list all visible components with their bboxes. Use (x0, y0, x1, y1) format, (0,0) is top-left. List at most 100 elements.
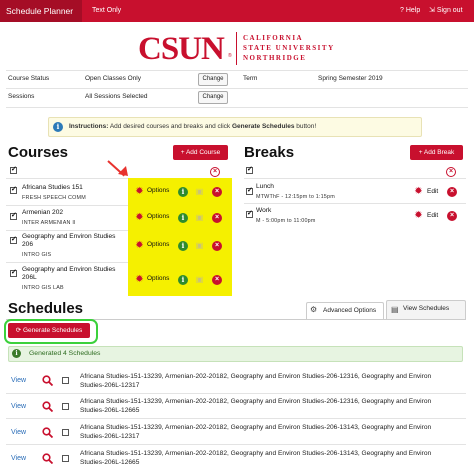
divider (6, 393, 466, 394)
break-title: Work (256, 207, 272, 214)
sign-out-link[interactable]: ⇲ Sign out (429, 0, 463, 22)
course-checkbox[interactable] (10, 211, 17, 220)
break-checkbox[interactable] (246, 209, 253, 218)
divider (6, 230, 128, 231)
zoom-icon[interactable] (42, 401, 53, 412)
zoom-icon[interactable] (42, 453, 53, 464)
divider (6, 444, 466, 445)
course-status-value: Open Classes Only (85, 75, 141, 82)
divider (6, 262, 128, 263)
gear-icon[interactable]: ✹ (135, 187, 144, 197)
course-title: Armenian 202 (22, 209, 64, 216)
info-icon: i (12, 349, 21, 358)
course-status-label: Course Status (8, 75, 50, 82)
remove-course-icon[interactable]: × (212, 213, 222, 223)
sign-out-icon: ⇲ (429, 7, 435, 14)
csun-logo-wordmark: CSUN (138, 31, 225, 67)
zoom-icon[interactable] (42, 427, 53, 438)
breaks-heading: Breaks (244, 144, 295, 161)
lock-icon[interactable]: ▣ (195, 213, 204, 223)
lock-icon[interactable]: ▣ (195, 241, 204, 251)
generate-schedules-button[interactable]: ⟳ Generate Schedules (8, 323, 90, 338)
divider (6, 70, 468, 71)
help-icon: ? (400, 7, 404, 14)
course-options-button[interactable]: Options (147, 275, 169, 282)
remove-all-courses-icon[interactable]: × (210, 167, 220, 177)
schedule-row-text: Africana Studies-151-13239, Armenian-202… (80, 398, 432, 414)
divider (6, 418, 466, 419)
course-subtitle: INTRO GIS (22, 252, 52, 258)
remove-all-breaks-icon[interactable]: × (446, 167, 456, 177)
course-title: Geography and Environ Studies (22, 233, 116, 240)
remove-break-icon[interactable]: × (447, 211, 457, 221)
annotation-arrowhead (118, 166, 128, 176)
sessions-value: All Sessions Selected (85, 93, 148, 100)
tab-advanced-options[interactable]: Advanced Options (306, 302, 384, 319)
edit-break-button[interactable]: Edit (427, 188, 438, 195)
schedule-checkbox[interactable] (62, 429, 69, 436)
info-icon: i (53, 122, 63, 132)
break-time: M - 5:00pm to 11:00pm (256, 218, 316, 224)
course-title: Geography and Environ Studies (22, 266, 116, 273)
course-subtitle: INTRO GIS LAB (22, 285, 64, 291)
logo-university-name: CALIFORNIA STATE UNIVERSITY NORTHRIDGE (243, 34, 335, 62)
view-schedule-link[interactable]: View (11, 455, 26, 462)
gear-icon[interactable]: ✹ (135, 275, 144, 285)
schedule-checkbox[interactable] (62, 377, 69, 384)
schedule-row-text: Africana Studies-151-13239, Armenian-202… (80, 450, 432, 466)
select-all-breaks-checkbox[interactable] (246, 165, 253, 174)
gear-icon[interactable]: ✹ (414, 187, 423, 197)
gear-icon[interactable]: ✹ (135, 241, 144, 251)
course-title: Africana Studies 151 (22, 184, 83, 191)
refresh-icon: ⟳ (15, 327, 22, 334)
gears-icon: ⚙ (310, 305, 318, 314)
remove-course-icon[interactable]: × (212, 275, 222, 285)
course-checkbox[interactable] (10, 268, 17, 277)
document-icon: ▤ (391, 305, 399, 314)
lock-icon[interactable]: ▣ (195, 187, 204, 197)
divider (6, 88, 468, 89)
zoom-icon[interactable] (42, 375, 53, 386)
schedules-heading: Schedules (8, 300, 84, 317)
change-sessions-button[interactable]: Change (198, 91, 228, 104)
course-options-button[interactable]: Options (147, 213, 169, 220)
course-title-line2: 206 (22, 241, 34, 248)
add-course-button[interactable]: + Add Course (173, 145, 228, 160)
schedule-checkbox[interactable] (62, 455, 69, 462)
remove-course-icon[interactable]: × (212, 241, 222, 251)
remove-break-icon[interactable]: × (447, 187, 457, 197)
remove-course-icon[interactable]: × (212, 187, 222, 197)
select-all-courses-checkbox[interactable] (10, 165, 17, 174)
break-time: MTWThF - 12:15pm to 1:15pm (256, 194, 335, 200)
sessions-label: Sessions (8, 93, 35, 100)
lock-icon[interactable]: ▣ (195, 275, 204, 285)
gear-icon[interactable]: ✹ (414, 211, 423, 221)
generated-success-banner: Generated 4 Schedules (8, 346, 463, 362)
break-checkbox[interactable] (246, 186, 253, 195)
term-label: Term (243, 75, 258, 82)
app-title[interactable]: Schedule Planner (0, 0, 82, 22)
help-link[interactable]: ? Help (400, 0, 420, 22)
course-checkbox[interactable] (10, 185, 17, 194)
view-schedule-link[interactable]: View (11, 429, 26, 436)
gear-icon[interactable]: ✹ (135, 213, 144, 223)
schedule-checkbox[interactable] (62, 403, 69, 410)
divider (244, 203, 466, 204)
course-checkbox[interactable] (10, 235, 17, 244)
course-subtitle: FRESH SPEECH COMM (22, 195, 86, 201)
add-break-button[interactable]: + Add Break (410, 145, 463, 160)
course-info-icon[interactable]: i (178, 213, 188, 223)
course-options-button[interactable]: Options (147, 241, 169, 248)
courses-heading: Courses (8, 144, 69, 161)
break-title: Lunch (256, 183, 274, 190)
course-options-button[interactable]: Options (147, 187, 169, 194)
course-info-icon[interactable]: i (178, 241, 188, 251)
change-course-status-button[interactable]: Change (198, 73, 228, 86)
logo-divider (236, 32, 237, 65)
edit-break-button[interactable]: Edit (427, 212, 438, 219)
view-schedule-link[interactable]: View (11, 403, 26, 410)
view-schedule-link[interactable]: View (11, 377, 26, 384)
course-info-icon[interactable]: i (178, 187, 188, 197)
course-info-icon[interactable]: i (178, 275, 188, 285)
text-only-link[interactable]: Text Only (92, 0, 121, 22)
